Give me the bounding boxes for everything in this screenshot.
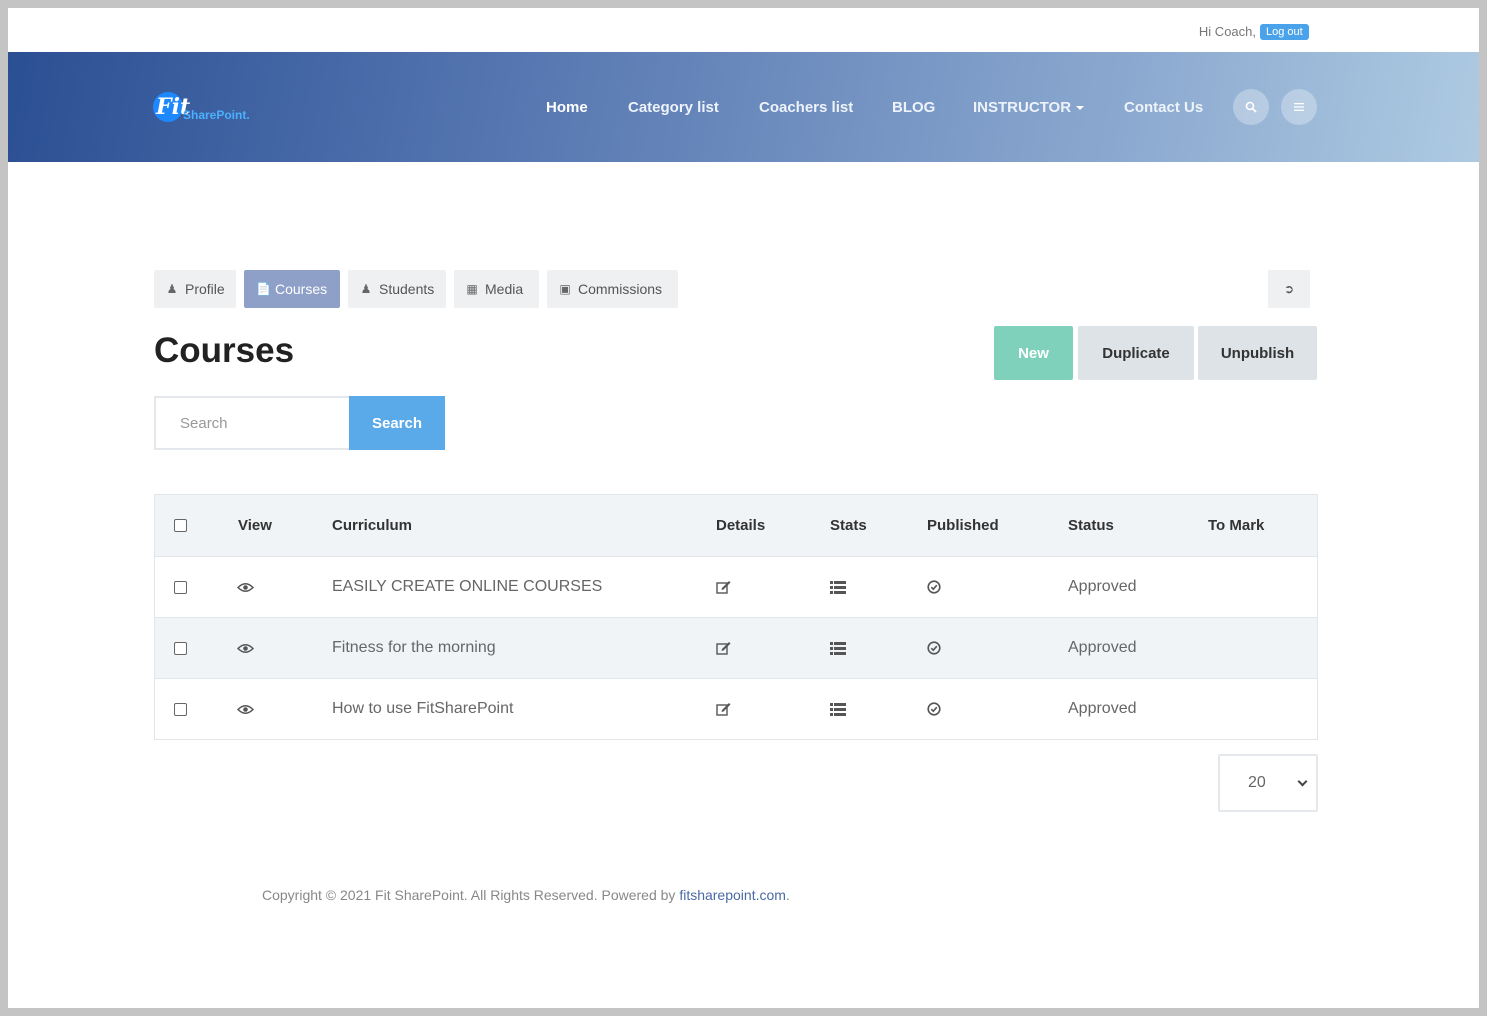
tab-students[interactable]: ♟ Students [348, 270, 446, 308]
search-icon [1245, 101, 1257, 113]
search-input[interactable] [154, 396, 350, 450]
edit-icon[interactable] [716, 618, 731, 678]
unpublish-button[interactable]: Unpublish [1198, 326, 1317, 380]
caret-down-icon [1076, 106, 1085, 111]
greeting-text: Hi Coach, [1198, 24, 1256, 39]
header-view: View [238, 517, 272, 534]
header-stats: Stats [830, 517, 867, 534]
nav-instructor-label: INSTRUCTOR [973, 99, 1072, 116]
per-page-select[interactable]: 20 [1218, 754, 1318, 812]
footer-copyright: Copyright © 2021 Fit SharePoint. All Rig… [262, 887, 790, 903]
footer-end: . [785, 887, 790, 903]
tab-commissions[interactable]: ▣ Commissions [547, 270, 678, 308]
header-status: Status [1068, 517, 1114, 534]
check-circle-icon[interactable] [927, 679, 941, 739]
tab-students-label: Students [379, 281, 435, 297]
status-text: Approved [1068, 639, 1137, 656]
header-curriculum: Curriculum [332, 517, 413, 534]
curriculum-link[interactable]: EASILY CREATE ONLINE COURSES [332, 557, 602, 617]
nav-coachers-list[interactable]: Coachers list [759, 99, 853, 116]
search-button[interactable]: Search [349, 396, 445, 450]
nav-category-list[interactable]: Category list [628, 99, 719, 116]
table-header-row: View Curriculum Details Stats Published … [155, 495, 1317, 556]
header-published: Published [927, 517, 999, 534]
hamburger-icon [1294, 103, 1304, 111]
logout-button[interactable]: Log out [1260, 24, 1309, 40]
list-icon[interactable] [830, 618, 846, 678]
user-icon: ♟ [166, 282, 178, 296]
select-all-checkbox[interactable] [174, 495, 187, 556]
header-details: Details [716, 517, 766, 534]
table-row: EASILY CREATE ONLINE COURSES Approved [155, 556, 1317, 617]
list-icon[interactable] [830, 679, 846, 739]
eye-icon[interactable] [237, 618, 254, 678]
footer-text: Copyright © 2021 Fit SharePoint. All Rig… [262, 887, 680, 903]
checkbox-box [174, 641, 187, 655]
tab-profile[interactable]: ♟ Profile [154, 270, 236, 308]
curriculum-link[interactable]: How to use FitSharePoint [332, 679, 513, 739]
edit-icon[interactable] [716, 557, 731, 617]
courses-table: View Curriculum Details Stats Published … [154, 494, 1318, 740]
tab-courses[interactable]: 📄 Courses [244, 270, 340, 308]
tab-media-label: Media [485, 281, 524, 297]
sign-out-icon: ➲ [1283, 282, 1295, 296]
page-title: Courses [154, 331, 295, 370]
nav-blog[interactable]: BLOG [892, 99, 935, 116]
checkbox-box [174, 702, 187, 716]
table-row: How to use FitSharePoint Approved [155, 678, 1317, 739]
tab-courses-label: Courses [275, 281, 328, 297]
new-button[interactable]: New [994, 326, 1073, 380]
checkbox-box [174, 519, 187, 532]
tab-media[interactable]: ▦ Media [454, 270, 539, 308]
tab-profile-label: Profile [185, 281, 225, 297]
top-bar: Hi Coach, Log out [8, 8, 1479, 52]
row-checkbox[interactable] [174, 679, 187, 739]
status-text: Approved [1068, 578, 1137, 595]
duplicate-button[interactable]: Duplicate [1078, 326, 1194, 380]
page: Hi Coach, Log out Fit SharePoint. Home C… [8, 8, 1479, 1008]
table-row: Fitness for the morning Approved [155, 617, 1317, 678]
search-toggle-button[interactable] [1233, 89, 1269, 125]
exit-button[interactable]: ➲ [1268, 270, 1310, 308]
check-circle-icon[interactable] [927, 618, 941, 678]
list-icon[interactable] [830, 557, 846, 617]
row-checkbox[interactable] [174, 557, 187, 617]
money-icon: ▣ [559, 282, 571, 296]
curriculum-link[interactable]: Fitness for the morning [332, 618, 496, 678]
main-header: Fit SharePoint. Home Category list Coach… [8, 52, 1479, 162]
nav-home[interactable]: Home [546, 99, 588, 116]
nav-instructor[interactable]: INSTRUCTOR [973, 99, 1085, 116]
check-circle-icon[interactable] [927, 557, 941, 617]
status-text: Approved [1068, 700, 1137, 717]
footer-link[interactable]: fitsharepoint.com [679, 887, 786, 903]
logo-sharepoint-text: SharePoint. [183, 108, 250, 122]
chevron-down-icon [1297, 776, 1308, 787]
menu-toggle-button[interactable] [1281, 89, 1317, 125]
user-icon: ♟ [360, 282, 372, 296]
eye-icon[interactable] [237, 679, 254, 739]
edit-icon[interactable] [716, 679, 731, 739]
per-page-value: 20 [1248, 774, 1266, 791]
eye-icon[interactable] [237, 557, 254, 617]
header-to-mark: To Mark [1208, 517, 1265, 534]
checkbox-box [174, 580, 187, 594]
site-logo[interactable]: Fit SharePoint. [153, 92, 263, 128]
image-icon: ▦ [466, 282, 478, 296]
row-checkbox[interactable] [174, 618, 187, 678]
file-icon: 📄 [256, 282, 271, 296]
nav-contact-us[interactable]: Contact Us [1124, 99, 1203, 116]
tab-commissions-label: Commissions [578, 281, 663, 297]
